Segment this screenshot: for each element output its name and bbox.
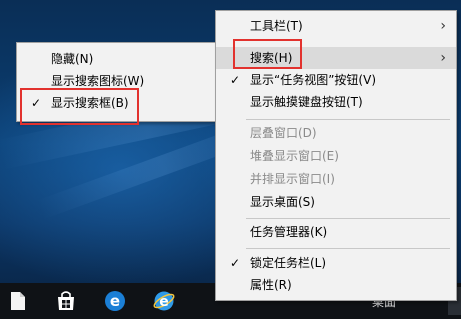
menu-separator — [246, 119, 450, 120]
edge-icon[interactable]: e — [103, 289, 127, 313]
menu-item-label: 层叠窗口(D) — [250, 126, 317, 140]
menu-item-side-by-side: 并排显示窗口(I) — [216, 168, 456, 190]
menu-item-cascade-windows: 层叠窗口(D) — [216, 122, 456, 144]
menu-item-label: 任务管理器(K) — [250, 225, 328, 239]
menu-separator — [246, 218, 450, 219]
menu-item-label: 显示“任务视图”按钮(V) — [250, 73, 377, 87]
menu-item-label: 堆叠显示窗口(E) — [250, 149, 339, 163]
menu-item-label: 显示桌面(S) — [250, 195, 315, 209]
store-icon[interactable] — [54, 289, 78, 313]
menu-item-label: 显示搜索图标(W) — [51, 74, 145, 88]
menu-item-label: 锁定任务栏(L) — [250, 256, 327, 270]
menu-item-hide[interactable]: 隐藏(N) — [17, 48, 217, 70]
file-icon[interactable] — [6, 289, 30, 313]
annotation-highlight-box — [20, 88, 139, 125]
chevron-right-icon: › — [440, 18, 446, 34]
annotation-highlight-box — [233, 39, 302, 69]
menu-item-show-desktop[interactable]: 显示桌面(S) — [216, 191, 456, 213]
menu-item-label: 显示触摸键盘按钮(T) — [250, 95, 363, 109]
svg-text:e: e — [110, 292, 120, 310]
check-icon: ✓ — [230, 256, 241, 270]
menu-item-toolbars[interactable]: 工具栏(T) › — [216, 15, 456, 37]
menu-separator — [246, 248, 450, 249]
menu-item-show-touch-keyboard[interactable]: 显示触摸键盘按钮(T) — [216, 91, 456, 113]
menu-item-label: 并排显示窗口(I) — [250, 172, 335, 186]
menu-item-properties[interactable]: 属性(R) — [216, 274, 456, 296]
check-icon: ✓ — [230, 73, 241, 87]
menu-item-show-task-view-button[interactable]: ✓ 显示“任务视图”按钮(V) — [216, 69, 456, 91]
menu-item-lock-taskbar[interactable]: ✓ 锁定任务栏(L) — [216, 252, 456, 274]
ie-icon[interactable]: e — [152, 289, 176, 313]
menu-item-label: 隐藏(N) — [51, 52, 94, 66]
menu-item-label: 工具栏(T) — [250, 19, 303, 33]
chevron-right-icon: › — [440, 50, 446, 66]
svg-text:e: e — [159, 294, 169, 310]
menu-item-stack-windows: 堆叠显示窗口(E) — [216, 145, 456, 167]
menu-item-task-manager[interactable]: 任务管理器(K) — [216, 221, 456, 243]
menu-item-label: 属性(R) — [250, 278, 292, 292]
